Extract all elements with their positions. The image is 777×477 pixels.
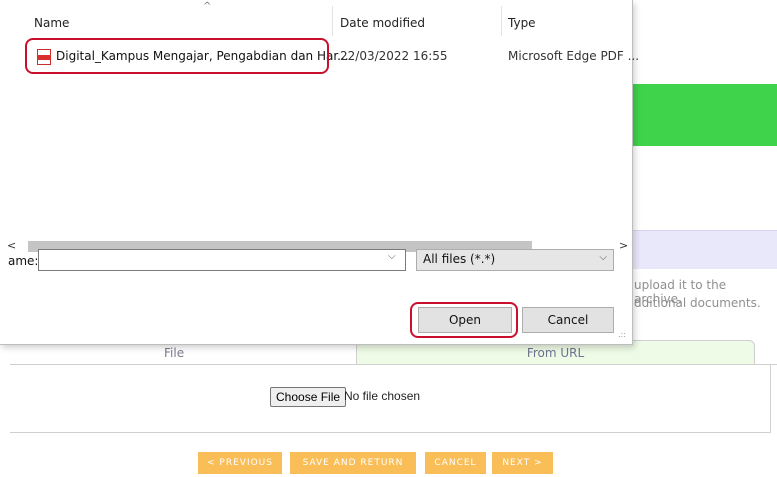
sort-caret-icon: ^ — [203, 1, 212, 12]
previous-button[interactable]: < PREVIOUS — [198, 452, 282, 474]
column-separator[interactable] — [332, 6, 333, 36]
page-cancel-button[interactable]: CANCEL — [425, 452, 486, 474]
chevron-down-icon[interactable]: ⌵ — [388, 251, 396, 262]
tab-from-url-label: From URL — [526, 346, 585, 360]
file-type: Microsoft Edge PDF ... — [508, 49, 640, 63]
choose-file-button[interactable]: Choose File — [270, 387, 347, 407]
file-open-dialog: ^ Name Date modified Type Digital_Kampus… — [0, 0, 639, 345]
chevron-down-icon: ⌵ — [599, 252, 607, 263]
column-header-name[interactable]: Name — [34, 16, 69, 30]
file-name-input[interactable] — [38, 249, 406, 271]
red-highlight-open — [410, 302, 518, 338]
file-type-filter-value: All files (*.*) — [423, 252, 496, 266]
next-button[interactable]: NEXT > — [492, 452, 553, 474]
column-header-date-modified[interactable]: Date modified — [340, 16, 425, 30]
file-type-filter[interactable]: All files (*.*) ⌵ — [416, 249, 614, 271]
file-date-modified: 22/03/2022 16:55 — [340, 49, 448, 63]
dialog-cancel-button[interactable]: Cancel — [522, 307, 614, 333]
no-file-text: No file chosen — [344, 389, 421, 403]
tab-file[interactable]: File — [164, 346, 184, 360]
save-and-return-button[interactable]: SAVE AND RETURN — [290, 452, 416, 474]
red-highlight-file — [25, 38, 329, 74]
scroll-left-icon[interactable]: < — [7, 239, 16, 252]
scroll-right-icon[interactable]: > — [619, 239, 628, 252]
info-panel — [630, 230, 777, 269]
file-name-label: ame: — [8, 254, 39, 268]
column-header-type[interactable]: Type — [508, 16, 536, 30]
resize-grip-icon[interactable]: .:: — [618, 330, 626, 339]
green-banner — [630, 84, 777, 146]
info-text-line-2: dditional documents. — [634, 296, 761, 310]
column-separator[interactable] — [501, 6, 502, 36]
